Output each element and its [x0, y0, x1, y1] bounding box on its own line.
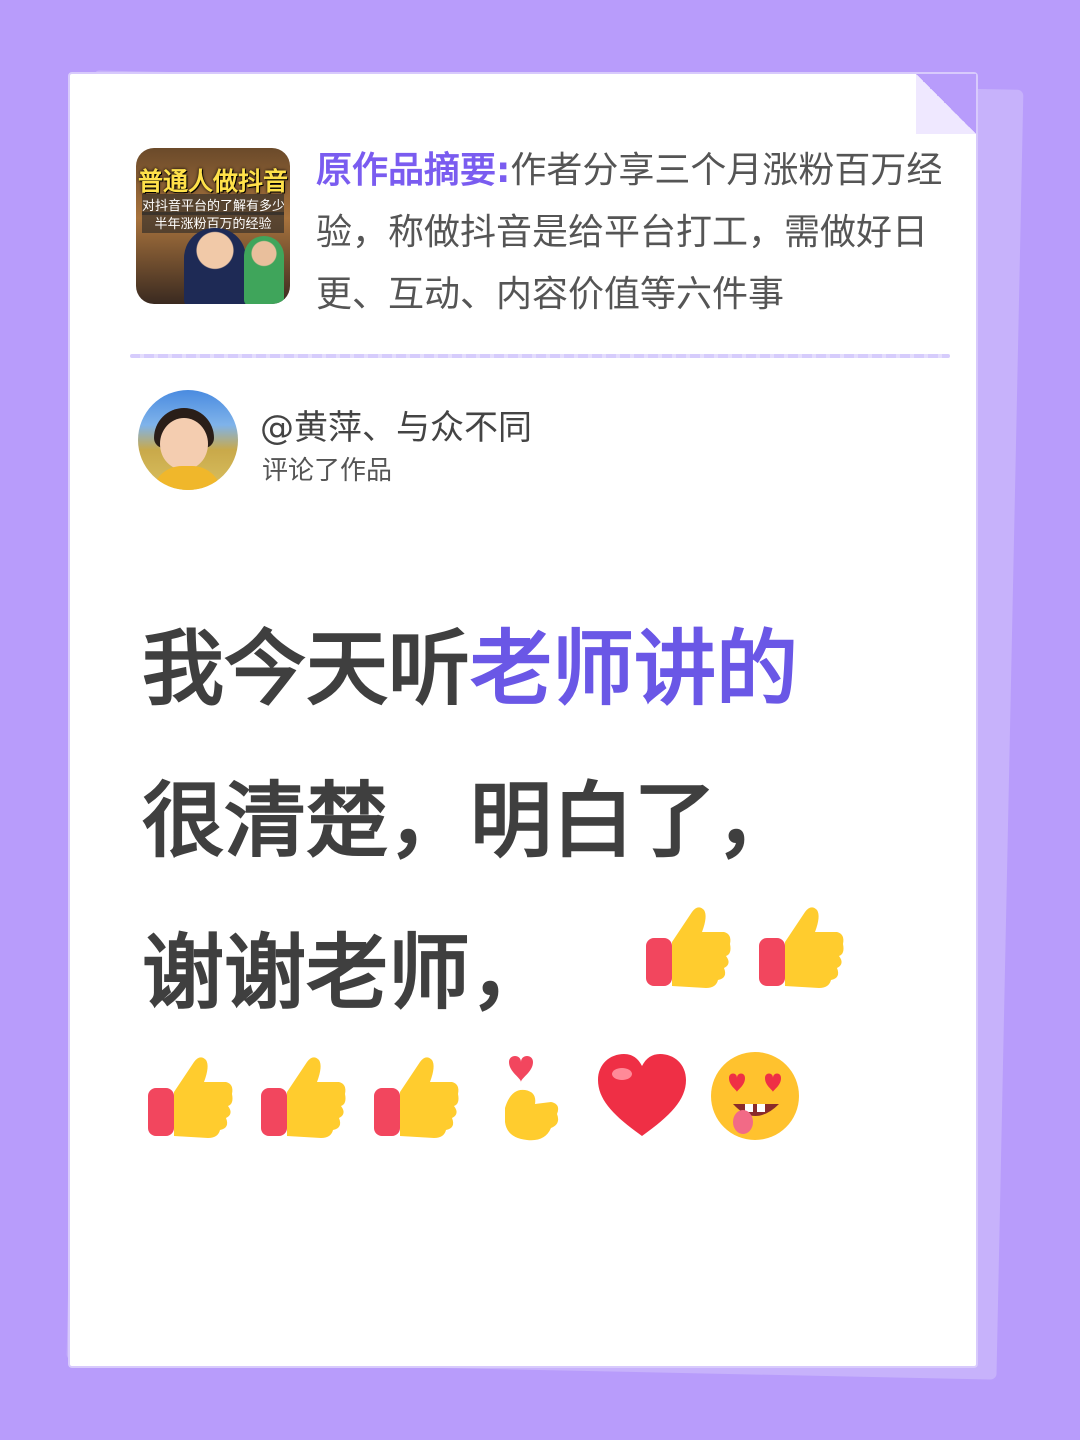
comment-part-2: 很清楚，明白了，	[142, 774, 799, 869]
thumbnail-person	[184, 228, 246, 304]
thumbs-up-icon	[142, 1048, 238, 1144]
comment-highlight: 老师讲的	[470, 622, 799, 717]
finger-heart-icon	[481, 1048, 577, 1144]
work-summary: 原作品摘要:作者分享三个月涨粉百万经验，称做抖音是给平台打工，需做好日更、互动、…	[316, 140, 952, 326]
page-curl-decoration	[916, 74, 976, 134]
divider	[130, 354, 950, 358]
comment-card: 普通人做抖音 对抖音平台的了解有多少 半年涨粉百万的经验 原作品摘要:作者分享三…	[68, 72, 978, 1368]
thumbs-up-icon	[640, 898, 736, 994]
summary-label: 原作品摘要:	[316, 150, 511, 191]
emoji-row-1	[640, 898, 861, 994]
thumbs-up-icon	[368, 1048, 464, 1144]
commenter-name[interactable]: @黄萍、与众不同	[260, 400, 532, 449]
thumbs-up-icon	[753, 898, 849, 994]
thumbnail-person-2	[244, 236, 284, 304]
avatar[interactable]	[138, 390, 238, 490]
thumbs-up-icon	[255, 1048, 351, 1144]
comment-part-1: 我今天听	[142, 622, 471, 717]
comment-part-3: 谢谢老师，	[142, 926, 553, 1021]
work-thumbnail[interactable]: 普通人做抖音 对抖音平台的了解有多少 半年涨粉百万的经验	[136, 148, 290, 304]
comment-action-label: 评论了作品	[262, 456, 393, 486]
red-heart-icon	[594, 1048, 690, 1144]
thumbnail-title: 普通人做抖音	[137, 167, 288, 196]
emoji-row-2	[142, 1048, 815, 1144]
heart-eyes-face-icon	[707, 1048, 803, 1144]
